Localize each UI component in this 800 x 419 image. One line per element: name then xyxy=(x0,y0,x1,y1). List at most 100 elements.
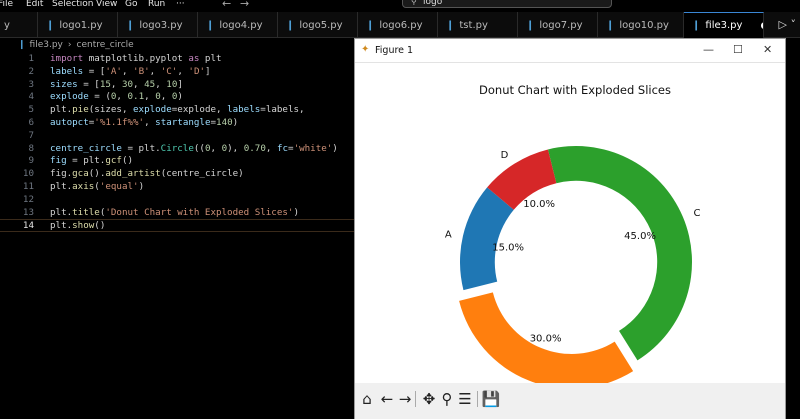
tab-file3[interactable]: ❙ file3.py ● xyxy=(684,12,764,38)
figure-canvas: Donut Chart with Exploded Slices A15.0%B… xyxy=(355,63,785,398)
code-token: labels xyxy=(227,104,261,116)
python-file-icon: ❙ xyxy=(18,40,26,50)
donut-slice-c xyxy=(547,146,692,361)
tab-logo3[interactable]: ❙ logo3.py xyxy=(118,12,198,38)
tab-logo7[interactable]: ❙ logo7.py xyxy=(518,12,598,38)
tab-tst[interactable]: ❙ tst.py xyxy=(438,12,518,38)
save-icon[interactable]: 💾 xyxy=(481,389,501,409)
back-icon[interactable]: ← xyxy=(377,389,397,409)
matplotlib-icon: ✦ xyxy=(361,44,370,55)
code-text: plt.pie(sizes, explode=explode, labels=l… xyxy=(50,104,305,117)
code-token: ] xyxy=(177,78,183,90)
menu-selection[interactable]: Selection xyxy=(52,0,93,9)
code-line[interactable]: 13 plt.title('Donut Chart with Exploded S… xyxy=(0,207,360,220)
code-token: plt. xyxy=(50,206,73,218)
close-icon[interactable]: ✕ xyxy=(763,43,772,56)
breadcrumb-file[interactable]: file3.py xyxy=(30,40,63,50)
code-token: , xyxy=(210,142,222,154)
editor-tab-bar: y ❙ logo1.py ❙ logo3.py ❙ logo4.py ❙ log… xyxy=(0,12,800,38)
code-token: labels xyxy=(50,65,84,77)
code-token: plt. xyxy=(50,220,73,232)
code-token: , xyxy=(160,91,172,103)
command-center-search[interactable]: ⚲ logo xyxy=(402,0,612,8)
code-token: = plt. xyxy=(66,155,106,167)
line-number: 1 xyxy=(28,53,34,64)
run-python-icon[interactable]: ▷ ˅ xyxy=(779,18,796,31)
code-token: 'white' xyxy=(293,142,333,154)
slice-label: A xyxy=(445,229,452,240)
tab-logo4[interactable]: ❙ logo4.py xyxy=(198,12,278,38)
slice-label: D xyxy=(501,150,509,161)
figure-window: ✦ Figure 1 — ☐ ✕ Donut Chart with Explod… xyxy=(354,38,786,419)
breadcrumb-symbol[interactable]: centre_circle xyxy=(77,40,134,50)
figure-titlebar[interactable]: ✦ Figure 1 — ☐ ✕ xyxy=(355,39,785,63)
code-token: =labels, xyxy=(260,104,305,116)
python-file-icon: ❙ xyxy=(46,19,55,31)
line-number: 4 xyxy=(28,91,34,103)
tab-label: y xyxy=(4,19,10,31)
line-number: 13 xyxy=(22,206,34,218)
code-token: , xyxy=(121,65,134,77)
tab-logo5[interactable]: ❙ logo5.py xyxy=(278,12,358,38)
code-line[interactable]: 10 fig.gca().add_artist(centre_circle) xyxy=(0,168,360,181)
code-line[interactable]: 2 labels = ['A', 'B', 'C', 'D'] xyxy=(0,66,360,79)
code-line[interactable]: 5 plt.pie(sizes, explode=explode, labels=… xyxy=(0,104,360,117)
menu-run[interactable]: Run xyxy=(148,0,165,9)
code-token: ) xyxy=(332,142,338,154)
code-token: '%1.1f%%' xyxy=(94,116,145,128)
python-file-icon: ❙ xyxy=(286,19,295,31)
menu-edit[interactable]: Edit xyxy=(26,0,43,9)
code-token: , xyxy=(144,91,156,103)
code-line[interactable]: 8 centre_circle = plt.Circle((0, 0), 0.70… xyxy=(0,143,360,156)
unsaved-dot-icon[interactable]: ● xyxy=(760,21,763,31)
tab-logo10[interactable]: ❙ logo10.py xyxy=(598,12,684,38)
code-text: fig = plt.gcf() xyxy=(50,155,133,168)
code-token: , xyxy=(155,78,167,90)
code-token: as xyxy=(188,53,200,64)
menu-file[interactable]: File xyxy=(0,0,13,9)
code-token: plt xyxy=(199,53,222,64)
minimize-icon[interactable]: — xyxy=(703,43,714,56)
code-text: autopct='%1.1f%%', startangle=140) xyxy=(50,117,238,130)
code-line[interactable]: 12 xyxy=(0,194,360,207)
tab-logo1[interactable]: ❙ logo1.py xyxy=(38,12,118,38)
code-token: 'C' xyxy=(160,65,178,77)
toolbar-separator xyxy=(477,391,478,407)
back-arrow-icon[interactable]: ← xyxy=(222,0,231,10)
figure-toolbar: ⌂ ← → ✥ ⚲ ☰ 💾 xyxy=(355,383,785,419)
python-file-icon: ❙ xyxy=(206,19,215,31)
code-token: 0.1 xyxy=(127,91,145,103)
forward-icon[interactable]: → xyxy=(395,389,415,409)
tab-label: logo6.py xyxy=(379,19,423,31)
code-line[interactable]: 3 sizes = [15, 30, 45, 10] xyxy=(0,79,360,92)
tab-partial[interactable]: y xyxy=(0,12,38,38)
code-token: 'D' xyxy=(188,65,206,77)
pan-icon[interactable]: ✥ xyxy=(419,389,439,409)
menu-view[interactable]: View xyxy=(96,0,117,9)
code-token: gca xyxy=(72,168,89,180)
code-line[interactable]: 14 plt.show() xyxy=(0,219,360,233)
menu-go[interactable]: Go xyxy=(125,0,137,9)
line-number: 14 xyxy=(22,220,34,232)
home-icon[interactable]: ⌂ xyxy=(357,389,377,409)
configure-subplots-icon[interactable]: ☰ xyxy=(455,389,475,409)
code-line[interactable]: 7 xyxy=(0,130,360,143)
chevron-right-icon: › xyxy=(67,40,72,50)
slice-percent-label: 45.0% xyxy=(624,231,656,242)
forward-arrow-icon[interactable]: → xyxy=(240,0,249,10)
tab-label: logo3.py xyxy=(139,19,183,31)
code-line[interactable]: 11 plt.axis('equal') xyxy=(0,181,360,194)
line-number: 10 xyxy=(22,168,34,180)
code-line[interactable]: 4 explode = (0, 0.1, 0, 0) xyxy=(0,91,360,104)
figure-title: Figure 1 xyxy=(375,45,414,56)
code-line[interactable]: 1 import matplotlib.pyplot as plt xyxy=(0,53,360,66)
zoom-icon[interactable]: ⚲ xyxy=(437,389,457,409)
code-line[interactable]: 9 fig = plt.gcf() xyxy=(0,155,360,168)
python-file-icon: ❙ xyxy=(446,19,455,31)
menu-more[interactable]: ··· xyxy=(176,0,185,9)
code-line[interactable]: 6 autopct='%1.1f%%', startangle=140) xyxy=(0,117,360,130)
code-editor[interactable]: 1 import matplotlib.pyplot as plt 2 labels … xyxy=(0,53,360,233)
python-file-icon: ❙ xyxy=(692,20,701,31)
tab-logo6[interactable]: ❙ logo6.py xyxy=(358,12,438,38)
maximize-icon[interactable]: ☐ xyxy=(733,43,743,56)
